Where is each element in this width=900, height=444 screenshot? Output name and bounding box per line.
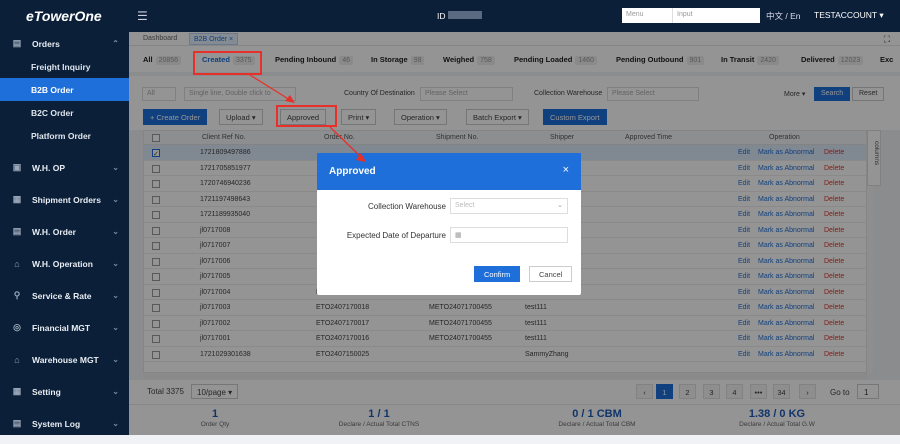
arrow-to-approved	[249, 74, 295, 103]
arrow-to-dialog	[329, 126, 366, 162]
annotation-arrows	[249, 74, 366, 162]
